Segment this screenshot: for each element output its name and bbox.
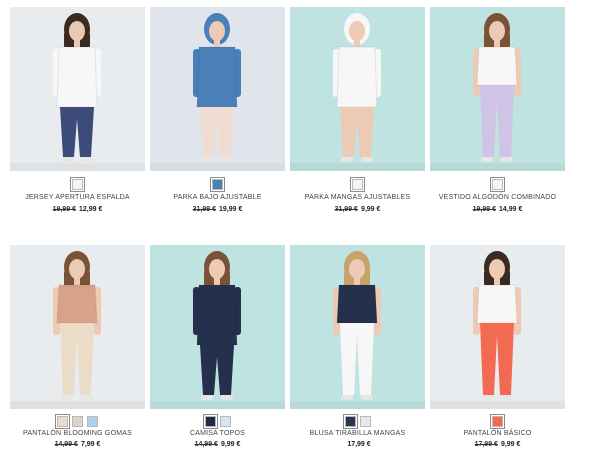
model-white-parka-icon: [290, 7, 425, 171]
sale-price: 9,99 €: [220, 441, 241, 448]
product-prices: 31,99 €9,99 €: [290, 206, 425, 213]
product-card[interactable]: PANTALÓN BÁSICO 17,99 €9,99 €: [430, 245, 565, 448]
color-swatches: [430, 177, 565, 192]
sale-price: 9,99 €: [360, 206, 381, 213]
product-prices: 14,99 €9,99 €: [150, 441, 285, 448]
product-name[interactable]: JERSEY APERTURA ESPALDA: [10, 194, 145, 201]
product-photo[interactable]: [290, 245, 425, 409]
product-name[interactable]: CAMISA TOPOS: [150, 430, 285, 437]
color-swatches: [150, 177, 285, 192]
product-card[interactable]: PARKA MANGAS AJUSTABLES 31,99 €9,99 €: [290, 7, 425, 213]
color-swatches: [290, 414, 425, 429]
sale-price: 19,99 €: [219, 206, 243, 213]
product-prices: 19,99 €12,99 €: [10, 206, 145, 213]
product-prices: 31,99 €19,99 €: [150, 206, 285, 213]
color-swatches: [10, 177, 145, 192]
old-price: 14,99 €: [54, 441, 78, 448]
model-beige-trousers-icon: [10, 245, 145, 409]
color-swatch-white[interactable]: [359, 416, 371, 427]
product-name[interactable]: PANTALÓN BLOOMING GOMAS: [10, 430, 145, 437]
color-swatch-light-blue[interactable]: [87, 416, 98, 427]
product-photo[interactable]: [150, 7, 285, 171]
color-swatch-white[interactable]: [490, 177, 505, 192]
sale-price: 14,99 €: [499, 206, 523, 213]
product-prices: 17,99 €: [290, 441, 425, 448]
sale-price: 12,99 €: [79, 206, 103, 213]
product-photo[interactable]: [430, 245, 565, 409]
sale-price: 7,99 €: [80, 441, 101, 448]
color-swatch-denim[interactable]: [210, 177, 225, 192]
old-price: 19,99 €: [52, 206, 76, 213]
product-photo[interactable]: [290, 7, 425, 171]
color-swatch-navy-dots[interactable]: [202, 414, 218, 429]
sale-price: 9,99 €: [500, 441, 521, 448]
color-swatches: [10, 414, 145, 429]
old-price: 31,99 €: [192, 206, 216, 213]
product-name[interactable]: VESTIDO ALGODÓN COMBINADO: [430, 194, 565, 201]
color-swatches: [430, 414, 565, 429]
sale-price: 17,99 €: [347, 441, 371, 448]
product-name[interactable]: PANTALÓN BÁSICO: [430, 430, 565, 437]
color-swatch-white[interactable]: [350, 177, 365, 192]
model-coral-trousers-icon: [430, 245, 565, 409]
product-card[interactable]: BLUSA TIRABILLA MANGAS 17,99 €: [290, 245, 425, 448]
old-price: 14,99 €: [194, 441, 218, 448]
color-swatches: [150, 414, 285, 429]
product-photo[interactable]: [430, 7, 565, 171]
old-price: 17,99 €: [474, 441, 498, 448]
product-grid: JERSEY APERTURA ESPALDA 19,99 €12,99 € P…: [0, 0, 594, 457]
product-name[interactable]: BLUSA TIRABILLA MANGAS: [290, 430, 425, 437]
product-card[interactable]: JERSEY APERTURA ESPALDA 19,99 €12,99 €: [10, 7, 145, 213]
old-price: 31,99 €: [334, 206, 358, 213]
product-card[interactable]: PANTALÓN BLOOMING GOMAS 14,99 €7,99 €: [10, 245, 145, 448]
product-name[interactable]: PARKA BAJO AJUSTABLE: [150, 194, 285, 201]
product-prices: 14,99 €7,99 €: [10, 441, 145, 448]
product-card[interactable]: CAMISA TOPOS 14,99 €9,99 €: [150, 245, 285, 448]
color-swatch-navy[interactable]: [342, 414, 358, 429]
model-navy-blouse-icon: [290, 245, 425, 409]
color-swatch-light[interactable]: [219, 416, 231, 427]
old-price: 19,99 €: [472, 206, 496, 213]
color-swatch-white[interactable]: [70, 177, 85, 192]
model-navy-shirt-icon: [150, 245, 285, 409]
product-card[interactable]: PARKA BAJO AJUSTABLE 31,99 €19,99 €: [150, 7, 285, 213]
product-prices: 19,99 €14,99 €: [430, 206, 565, 213]
color-swatches: [290, 177, 425, 192]
color-swatch-coral[interactable]: [490, 414, 505, 429]
product-prices: 17,99 €9,99 €: [430, 441, 565, 448]
color-swatch-beige[interactable]: [55, 414, 70, 429]
model-white-sweater-back-icon: [10, 7, 145, 171]
product-photo[interactable]: [150, 245, 285, 409]
product-card[interactable]: VESTIDO ALGODÓN COMBINADO 19,99 €14,99 €: [430, 7, 565, 213]
color-swatch-stone[interactable]: [72, 416, 83, 427]
product-photo[interactable]: [10, 7, 145, 171]
model-denim-parka-icon: [150, 7, 285, 171]
product-name[interactable]: PARKA MANGAS AJUSTABLES: [290, 194, 425, 201]
model-floral-dress-icon: [430, 7, 565, 171]
product-photo[interactable]: [10, 245, 145, 409]
